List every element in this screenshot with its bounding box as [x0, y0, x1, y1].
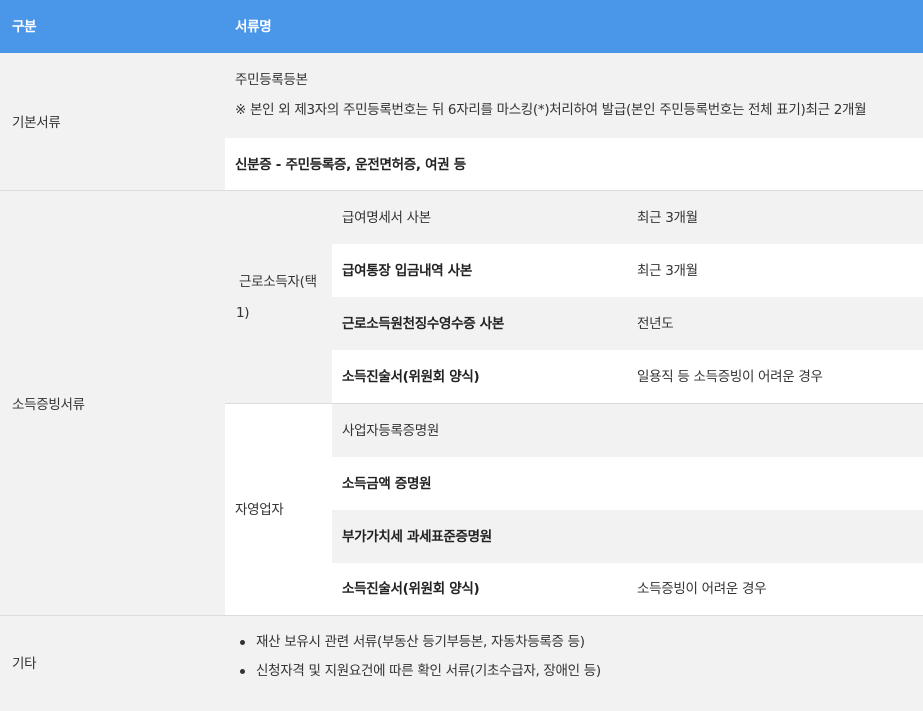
self-note-4: 소득증빙이 어려운 경우 [637, 581, 767, 597]
documents-table: 구분 서류명 기본서류 주민등록등본 ※ 본인 외 제3자의 주민등록번호는 뒤… [0, 0, 923, 711]
list-item: 신청자격 및 지원요건에 따른 확인 서류(기초수급자, 장애인 등) [256, 663, 601, 679]
income-category-label: 소득증빙서류 [12, 397, 85, 413]
resident-cell [225, 53, 923, 138]
worker-label-line2: 1) [236, 305, 250, 321]
worker-doc-1: 급여명세서 사본 [342, 210, 431, 226]
worker-label-line1: 근로소득자(택 [239, 274, 317, 290]
list-item: 재산 보유시 관련 서류(부동산 등기부등본, 자동차등록증 등) [256, 634, 585, 650]
worker-note-1: 최근 3개월 [637, 210, 698, 226]
worker-note-2: 최근 3개월 [637, 263, 698, 279]
id-card-text: 신분증 - 주민등록증, 운전면허증, 여권 등 [235, 157, 466, 173]
worker-doc-4: 소득진술서(위원회 양식) [342, 369, 480, 385]
bullet-icon [240, 669, 245, 674]
self-employed-label: 자영업자 [235, 502, 284, 518]
self-doc-2: 소득금액 증명원 [342, 476, 432, 492]
worker-doc-3: 근로소득원천징수영수증 사본 [342, 316, 504, 332]
header-docs: 서류명 [235, 19, 272, 35]
worker-label-cell [225, 191, 332, 403]
resident-note: ※ 본인 외 제3자의 주민등록번호는 뒤 6자리를 마스킹(*)처리하여 발급… [235, 102, 867, 118]
basic-category-label: 기본서류 [12, 115, 61, 131]
worker-note-3: 전년도 [637, 316, 674, 332]
table-header [0, 0, 923, 53]
worker-doc-2: 급여통장 입금내역 사본 [342, 263, 472, 279]
self-doc-4: 소득진술서(위원회 양식) [342, 581, 480, 597]
other-category-label: 기타 [12, 656, 37, 672]
resident-title: 주민등록등본 [235, 72, 308, 88]
bullet-icon [240, 640, 245, 645]
worker-note-4: 일용직 등 소득증빙이 어려운 경우 [637, 369, 823, 385]
self-doc-3: 부가가치세 과세표준증명원 [342, 529, 492, 545]
header-category: 구분 [12, 19, 37, 35]
self-doc-1: 사업자등록증명원 [342, 423, 439, 439]
